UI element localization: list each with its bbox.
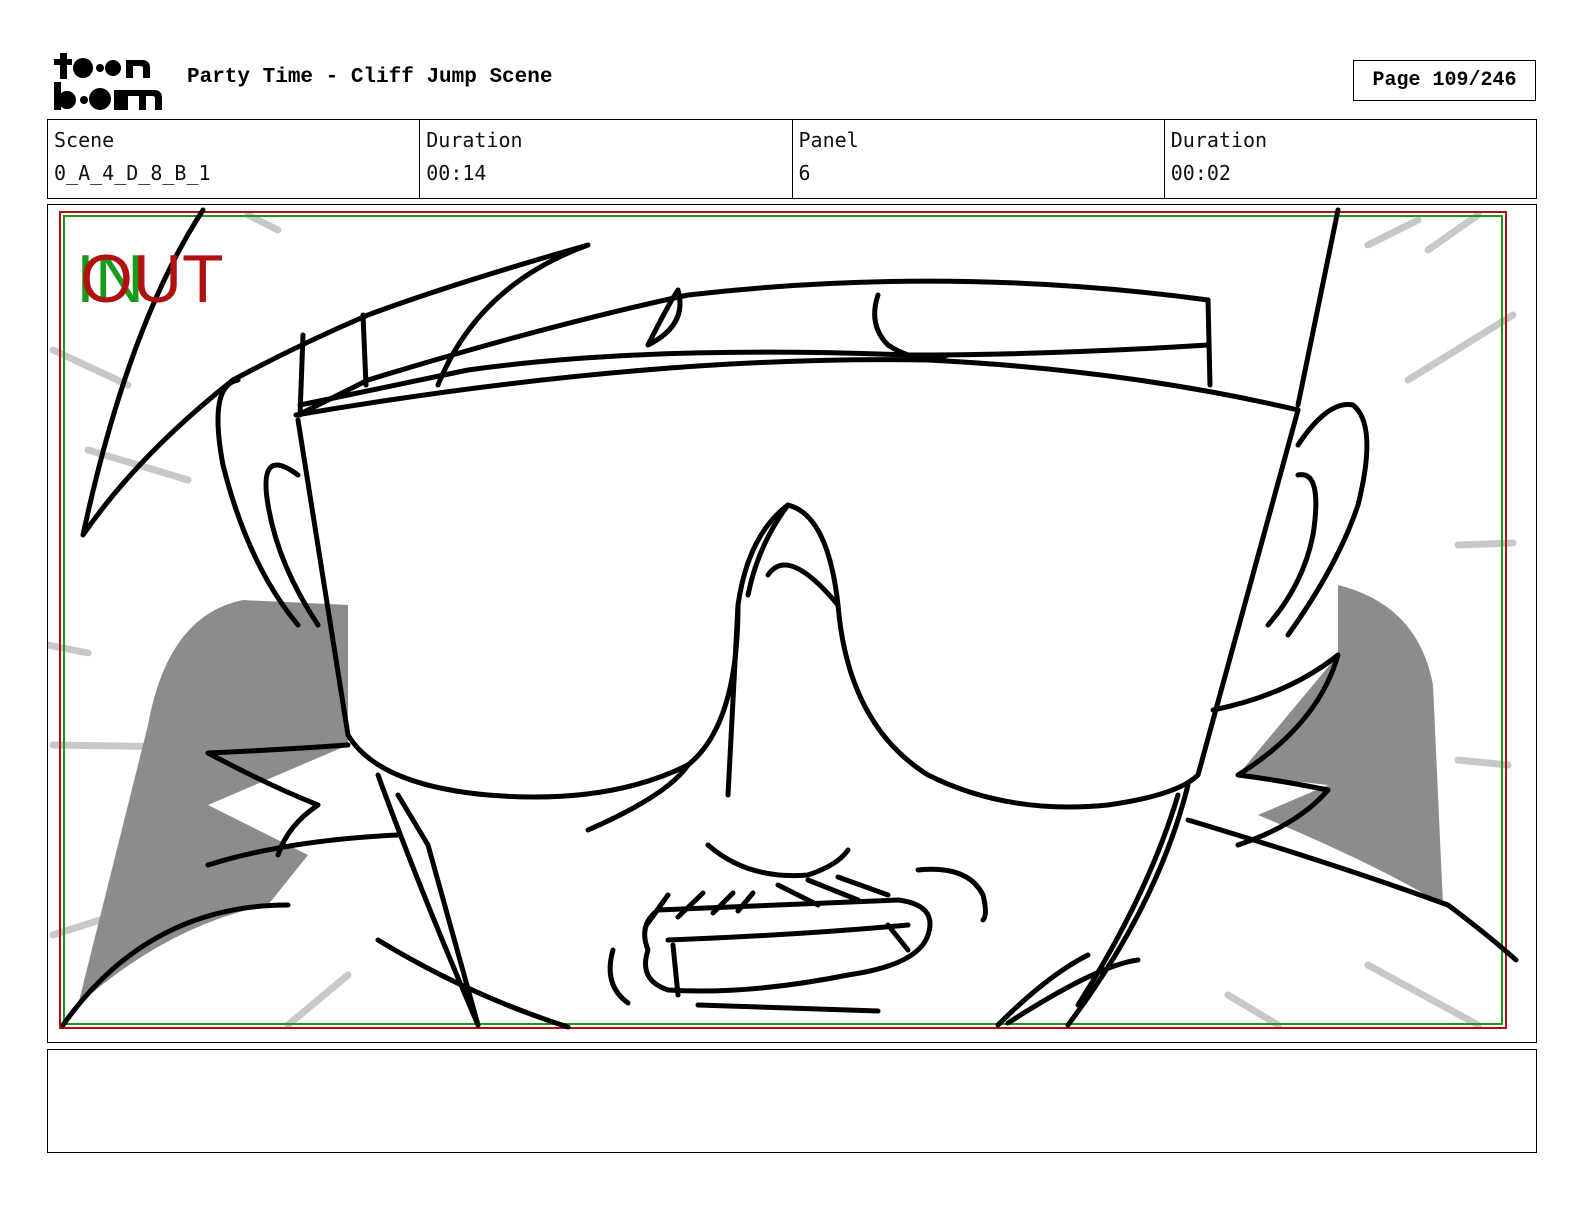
scene-info-table: Scene 0_A_4_D_8_B_1 Duration 00:14 Panel… bbox=[47, 119, 1537, 199]
page-number: Page 109/246 bbox=[1353, 60, 1536, 101]
scene-duration-label: Duration bbox=[426, 128, 523, 152]
panel-drawing: IN OUT bbox=[48, 207, 1519, 1030]
panel-notes-box[interactable] bbox=[47, 1049, 1537, 1153]
panel-duration-value: 00:02 bbox=[1170, 161, 1231, 185]
toon-boom-logo bbox=[50, 50, 165, 112]
scene-label: Scene bbox=[54, 128, 115, 152]
scene-cell: Scene 0_A_4_D_8_B_1 bbox=[48, 120, 421, 198]
panel-value: 6 bbox=[798, 161, 811, 185]
out-marker: OUT bbox=[80, 241, 224, 317]
scene-duration-value: 00:14 bbox=[426, 161, 487, 185]
storyboard-panel: IN OUT bbox=[47, 204, 1537, 1043]
document-title: Party Time - Cliff Jump Scene bbox=[187, 66, 553, 89]
panel-duration-label: Duration bbox=[1170, 128, 1268, 152]
panel-label: Panel bbox=[798, 128, 859, 152]
shoulder-shading bbox=[78, 585, 1443, 1005]
scene-value: 0_A_4_D_8_B_1 bbox=[54, 161, 211, 185]
panel-cell: Panel 6 bbox=[793, 120, 1165, 198]
panel-duration-cell: Duration 00:02 bbox=[1165, 120, 1536, 198]
scene-duration-cell: Duration 00:14 bbox=[420, 120, 793, 198]
